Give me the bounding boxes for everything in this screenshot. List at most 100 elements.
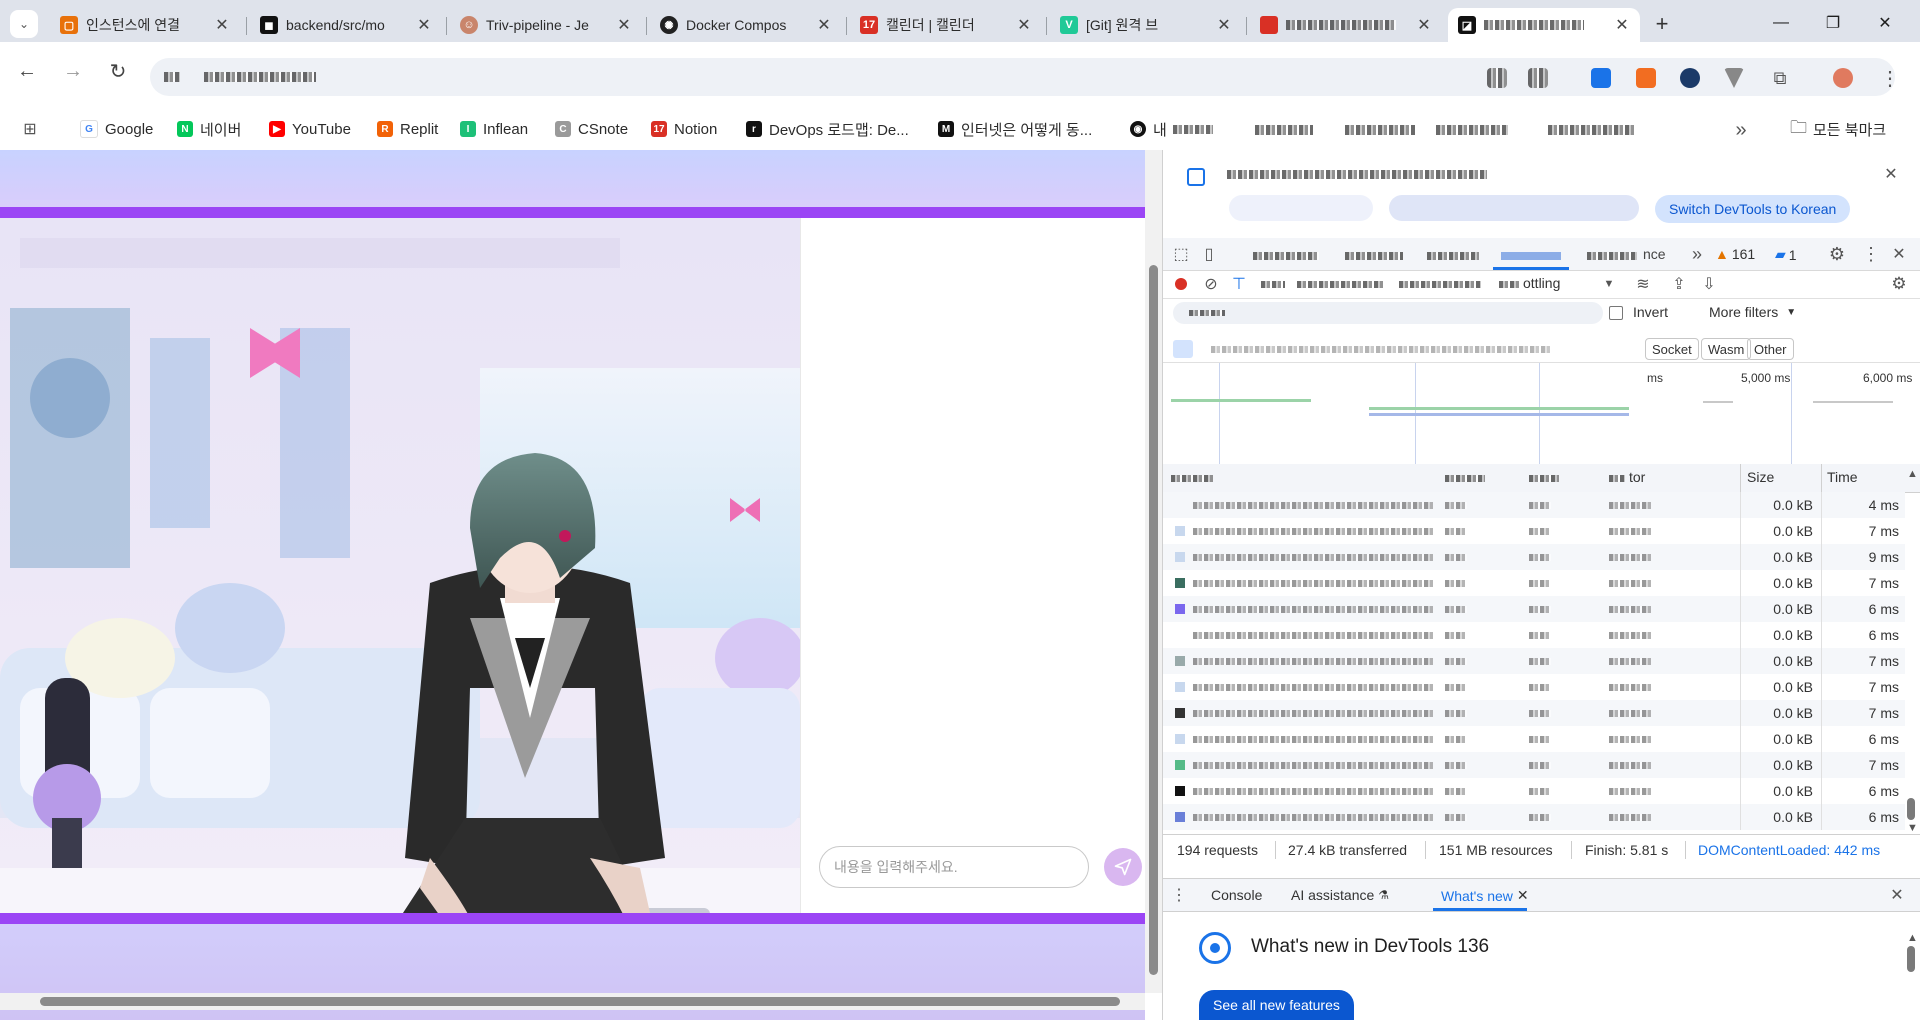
import-har-icon[interactable]: ⇪ [1669, 274, 1689, 294]
extension-icon[interactable] [1528, 68, 1548, 88]
bookmark-replit[interactable]: R Replit [377, 118, 438, 140]
network-request-row[interactable]: 0.0 kB 7 ms [1163, 674, 1905, 700]
messages-badge[interactable]: ▰ 1 [1775, 246, 1797, 263]
close-window-icon[interactable]: ✕ [1862, 8, 1908, 38]
network-request-row[interactable]: 0.0 kB 6 ms [1163, 804, 1905, 830]
network-request-row[interactable]: 0.0 kB 4 ms [1163, 492, 1905, 518]
redacted-bookmark[interactable] [1436, 125, 1508, 135]
tab-item[interactable]: ✺ Docker Compos ✕ [650, 8, 842, 42]
close-icon[interactable]: ✕ [814, 15, 834, 35]
search-icon[interactable] [1261, 281, 1285, 288]
chat-message-input[interactable] [819, 846, 1089, 888]
scroll-up-arrow-icon[interactable]: ▲ [1907, 468, 1918, 480]
network-request-row[interactable]: 0.0 kB 9 ms [1163, 544, 1905, 570]
bookmark-naver[interactable]: N 네이버 [177, 118, 241, 140]
invert-checkbox[interactable] [1609, 306, 1623, 320]
bookmark-internet-how[interactable]: M 인터넷은 어떻게 동... [938, 118, 1092, 140]
bookmark-notion[interactable]: 17 Notion [651, 118, 717, 140]
tab-item[interactable]: ✕ [1250, 8, 1442, 42]
page-horizontal-scrollbar[interactable] [0, 993, 1145, 1010]
extension-icon[interactable] [1487, 68, 1507, 88]
tab-item[interactable]: ▢ 인스턴스에 연결 ✕ [50, 8, 240, 42]
type-filter-other[interactable]: Other [1747, 338, 1794, 360]
network-request-row[interactable]: 0.0 kB 6 ms [1163, 778, 1905, 804]
column-size[interactable]: Size [1747, 469, 1774, 485]
close-icon[interactable]: ✕ [1517, 887, 1529, 904]
drawer-tab-console[interactable]: Console [1211, 887, 1262, 903]
drawer-menu-icon[interactable]: ⋮ [1171, 885, 1187, 905]
tab-item[interactable]: V [Git] 원격 브 ✕ [1050, 8, 1242, 42]
redacted-type-filters[interactable] [1211, 346, 1551, 353]
close-icon[interactable]: ✕ [614, 15, 634, 35]
tab-item[interactable]: 17 캘린더 | 캘린더 ✕ [850, 8, 1042, 42]
forward-button[interactable]: → [58, 56, 88, 86]
column-name[interactable] [1171, 475, 1213, 482]
see-all-features-button[interactable]: See all new features [1199, 990, 1354, 1020]
page-vertical-scrollbar[interactable] [1145, 150, 1162, 993]
close-icon[interactable]: ✕ [414, 15, 434, 35]
network-request-row[interactable]: 0.0 kB 7 ms [1163, 518, 1905, 544]
filter-input[interactable] [1173, 302, 1603, 324]
password-manager-icon[interactable] [1591, 68, 1611, 88]
chevron-down-icon[interactable]: ▼ [1599, 274, 1619, 294]
bookmark-csnote[interactable]: C CSnote [555, 118, 628, 140]
tab-item[interactable]: ◼ backend/src/mo ✕ [250, 8, 442, 42]
bookmark-github[interactable]: ◉ 내 [1130, 118, 1213, 140]
infobar-button[interactable] [1389, 195, 1639, 221]
redacted-bookmark[interactable] [1548, 125, 1636, 135]
reload-button[interactable]: ↻ [103, 56, 133, 86]
type-filter-socket[interactable]: Socket [1645, 338, 1699, 360]
send-button[interactable] [1104, 848, 1142, 886]
column-initiator[interactable] [1609, 475, 1625, 482]
drawer-tab-whats-new[interactable]: What's new ✕ [1441, 887, 1529, 904]
profile-avatar[interactable] [1833, 68, 1853, 88]
apps-grid-icon[interactable]: ⊞ [20, 119, 40, 139]
throttling-select[interactable]: ottling [1523, 275, 1560, 291]
inspect-element-icon[interactable]: ⬚ [1171, 244, 1191, 264]
tab-item-active[interactable]: ◪ ✕ [1448, 8, 1640, 42]
bookmark-youtube[interactable]: ▶ YouTube [269, 118, 351, 140]
network-overview-timeline[interactable]: ms 5,000 ms 6,000 ms [1163, 362, 1920, 466]
close-drawer-icon[interactable]: ✕ [1887, 885, 1907, 905]
bookmarks-overflow-icon[interactable]: » [1730, 119, 1752, 141]
drawer-scroll-up-icon[interactable]: ▲ [1907, 932, 1918, 944]
disable-cache-checkbox[interactable] [1399, 281, 1481, 288]
tab-performance[interactable] [1587, 252, 1637, 260]
tab-item[interactable]: ☺ Triv-pipeline - Je ✕ [450, 8, 642, 42]
more-filters-dropdown[interactable]: More filters ▼ [1709, 304, 1796, 320]
bookmark-google[interactable]: G Google [80, 118, 153, 140]
export-har-icon[interactable]: ⇩ [1699, 274, 1719, 294]
close-icon[interactable]: ✕ [1214, 15, 1234, 35]
record-icon[interactable] [1175, 278, 1187, 290]
check-extension-icon[interactable] [1680, 68, 1700, 88]
network-conditions-icon[interactable]: ≋ [1633, 274, 1653, 294]
table-scroll-thumb[interactable] [1907, 798, 1915, 820]
close-icon[interactable]: ✕ [1414, 15, 1434, 35]
extensions-puzzle-icon[interactable]: ⧉ [1768, 66, 1792, 90]
bookmark-devops-roadmap[interactable]: r DevOps 로드맵: De... [746, 118, 909, 140]
settings-gear-icon[interactable]: ⚙ [1827, 244, 1847, 264]
network-request-row[interactable]: 0.0 kB 7 ms [1163, 570, 1905, 596]
type-filter-all[interactable] [1173, 340, 1193, 358]
redacted-bookmark[interactable] [1345, 125, 1415, 135]
close-icon[interactable]: ✕ [212, 15, 232, 35]
menu-kebab-icon[interactable]: ⋮ [1878, 66, 1902, 90]
column-time[interactable]: Time [1827, 469, 1858, 485]
drawer-scroll-thumb[interactable] [1907, 946, 1915, 972]
network-request-row[interactable]: 0.0 kB 6 ms [1163, 726, 1905, 752]
horizontal-scroll-thumb[interactable] [40, 997, 1120, 1006]
network-request-row[interactable]: 0.0 kB 6 ms [1163, 596, 1905, 622]
tab-search-icon[interactable]: ⌄ [10, 10, 38, 38]
devtools-menu-icon[interactable]: ⋮ [1861, 244, 1881, 264]
clear-icon[interactable]: ⊘ [1201, 274, 1221, 294]
tab-console[interactable] [1345, 252, 1403, 260]
tab-network[interactable] [1501, 252, 1561, 260]
preserve-log-checkbox[interactable] [1297, 281, 1385, 288]
close-icon[interactable]: ✕ [1014, 15, 1034, 35]
network-request-row[interactable]: 0.0 kB 7 ms [1163, 648, 1905, 674]
restore-icon[interactable]: ❐ [1810, 8, 1856, 38]
new-tab-button[interactable]: + [1648, 10, 1676, 38]
more-tabs-icon[interactable]: » [1687, 244, 1707, 264]
drawer-tab-ai-assistance[interactable]: AI assistance ⚗ [1291, 887, 1389, 903]
scroll-down-arrow-icon[interactable]: ▼ [1907, 822, 1918, 834]
